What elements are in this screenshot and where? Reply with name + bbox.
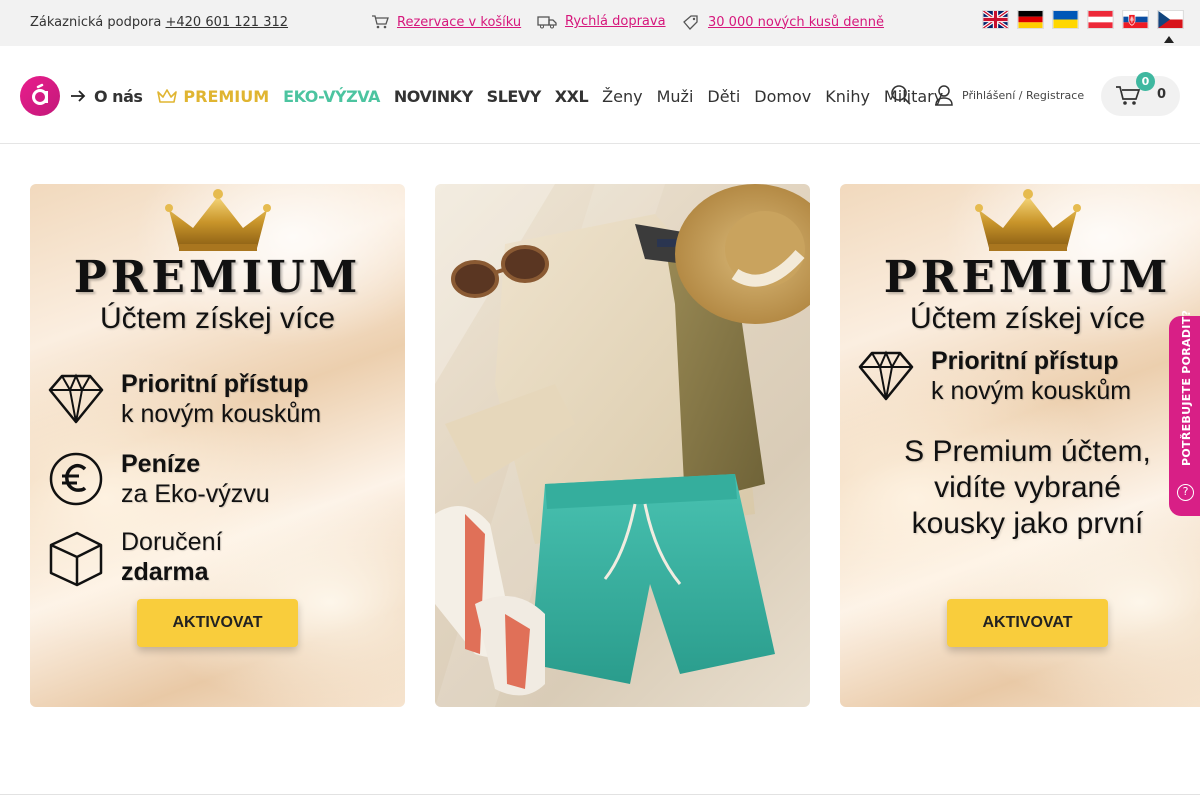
premium-banner-2[interactable]: PREMIUM Účtem získej více Prioritní přís… [840, 184, 1200, 707]
flag-uk-icon[interactable] [982, 10, 1009, 29]
top-bar: Zákaznická podpora +420 601 121 312 Reze… [0, 0, 1200, 46]
premium-title: PREMIUM [73, 252, 362, 303]
nav-eko-vyzva[interactable]: EKO-VÝZVA [283, 87, 380, 106]
premium-promo-text: S Premium účtem, vidíte vybrané kousky j… [840, 434, 1200, 542]
flag-cz-icon[interactable] [1157, 10, 1184, 29]
feature-priority-2: Prioritní přístup k novým kouskům [856, 346, 1131, 406]
account-label: Přihlášení / Registrace [962, 88, 1085, 102]
help-tab-label: POTŘEBUJETE PORADIT? [1180, 309, 1193, 466]
customer-support: Zákaznická podpora +420 601 121 312 [30, 15, 288, 30]
nav-xxl[interactable]: XXL [555, 87, 589, 106]
diamond-icon [856, 346, 916, 406]
main-header: O nás PREMIUM EKO-VÝZVA NOVINKY SLEVY XX… [0, 46, 1200, 144]
premium-promo-line2: vidíte vybrané [934, 471, 1121, 504]
search-icon [891, 85, 911, 105]
truck-icon [537, 15, 557, 28]
question-icon: ? [1177, 484, 1194, 501]
cart-icon [372, 15, 389, 29]
feature-delivery-title: Doručení [121, 528, 223, 556]
nav-premium-label: PREMIUM [183, 86, 270, 106]
nav-zeny[interactable]: Ženy [602, 87, 642, 106]
promo-delivery-link[interactable]: Rychlá doprava [565, 14, 666, 29]
feature-priority-title-2: Prioritní přístup [931, 347, 1119, 375]
gold-crown-icon [974, 189, 1081, 251]
nav-novinky[interactable]: NOVINKY [394, 87, 473, 106]
logo-mark-icon [32, 83, 48, 105]
euro-coin-icon [46, 449, 106, 509]
support-label: Zákaznická podpora [30, 15, 162, 30]
support-phone-link[interactable]: +420 601 121 312 [165, 15, 288, 30]
main-nav: O nás PREMIUM EKO-VÝZVA NOVINKY SLEVY XX… [70, 84, 957, 108]
about-arrow-icon [70, 89, 86, 103]
activate-button[interactable]: AKTIVOVAT [137, 599, 298, 647]
feature-money-sub: za Eko-výzvu [121, 480, 270, 508]
promo-reservation-link[interactable]: Rezervace v košíku [397, 15, 521, 30]
feature-priority-title: Prioritní přístup [121, 370, 309, 398]
promo-new-items[interactable]: 30 000 nových kusů denně [682, 14, 884, 30]
help-tab[interactable]: POTŘEBUJETE PORADIT? ? [1169, 310, 1200, 516]
nav-slevy[interactable]: SLEVY [487, 87, 542, 106]
summer-outfit-illustration [435, 184, 810, 707]
premium-subtitle: Účtem získej více [99, 302, 336, 335]
nav-muzi[interactable]: Muži [657, 87, 694, 106]
promo-new-items-link[interactable]: 30 000 nových kusů denně [708, 15, 884, 30]
user-icon [935, 85, 953, 106]
feature-delivery: Doručení zdarma [46, 527, 222, 587]
premium-promo-line3: kousky jako první [911, 507, 1144, 540]
activate-button-2[interactable]: AKTIVOVAT [947, 599, 1108, 647]
feature-money-title: Peníze [121, 450, 201, 478]
gold-crown-icon [164, 189, 271, 251]
nav-domov[interactable]: Domov [754, 87, 811, 106]
nav-about[interactable]: O nás [94, 87, 143, 106]
cart-button[interactable]: 0 0 [1101, 72, 1180, 116]
summer-outfit-image[interactable] [435, 184, 810, 707]
feature-priority: Prioritní přístup k novým kouskům [46, 369, 321, 429]
nav-deti[interactable]: Děti [707, 87, 740, 106]
logo[interactable] [20, 76, 60, 116]
feature-delivery-sub: zdarma [121, 558, 209, 586]
language-switcher [982, 10, 1184, 29]
language-caret-icon [1164, 36, 1174, 43]
premium-banner[interactable]: PREMIUM Účtem získej více Prioritní přís… [30, 184, 405, 707]
flag-de-icon[interactable] [1017, 10, 1044, 29]
crown-icon [157, 89, 178, 103]
feature-priority-sub: k novým kouskům [121, 400, 322, 428]
flag-sk-icon[interactable] [1122, 10, 1149, 29]
cart-count: 0 [1157, 87, 1167, 102]
promo-reservation[interactable]: Rezervace v košíku [371, 14, 521, 30]
feature-priority-sub-2: k novým kouskům [931, 377, 1132, 405]
divider [0, 794, 1200, 795]
nav-premium[interactable]: PREMIUM [156, 87, 269, 106]
feature-money: Peníze za Eko-výzvu [46, 449, 270, 509]
nav-knihy[interactable]: Knihy [825, 87, 870, 106]
account-link[interactable]: Přihlášení / Registrace [934, 84, 1084, 106]
flag-ua-icon[interactable] [1052, 10, 1079, 29]
promo-delivery[interactable]: Rychlá doprava [537, 14, 666, 29]
box-icon [46, 527, 106, 587]
premium-promo-line1: S Premium účtem, [904, 435, 1151, 468]
cart-badge: 0 [1136, 72, 1155, 91]
tag-icon [683, 15, 698, 30]
premium-title-2: PREMIUM [883, 252, 1172, 303]
cart-icon [1116, 86, 1141, 105]
premium-subtitle-2: Účtem získej více [909, 302, 1146, 335]
diamond-icon [46, 369, 106, 429]
search-button[interactable] [890, 84, 912, 110]
flag-at-icon[interactable] [1087, 10, 1114, 29]
